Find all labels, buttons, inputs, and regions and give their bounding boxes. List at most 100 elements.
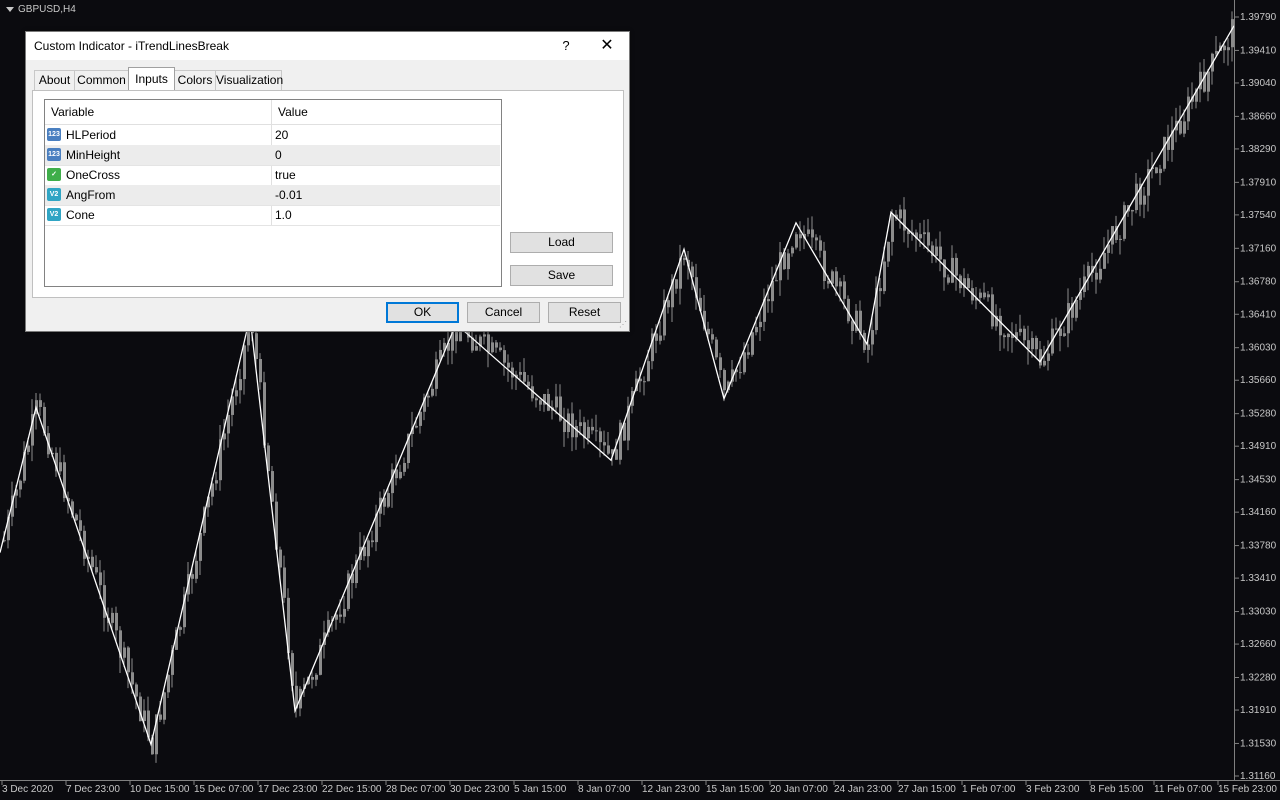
candle-body <box>427 395 430 398</box>
ok-button[interactable]: OK <box>386 302 459 323</box>
price-tick-label: 1.38290 <box>1240 144 1277 155</box>
candle-body <box>159 714 162 720</box>
price-tick-label: 1.33410 <box>1240 573 1277 584</box>
close-icon[interactable]: ✕ <box>596 36 618 56</box>
candle-body <box>131 672 134 685</box>
tab-about[interactable]: About <box>34 70 75 90</box>
candle-body <box>419 411 422 426</box>
candle-body <box>1099 268 1102 280</box>
price-tick-label: 1.33780 <box>1240 541 1277 552</box>
price-tick-label: 1.34160 <box>1240 507 1277 518</box>
candle-body <box>363 546 366 557</box>
input-row-angfrom[interactable]: V2 AngFrom -0.01 <box>45 185 500 206</box>
input-value[interactable]: 1.0 <box>275 208 292 222</box>
price-tick-label: 1.36780 <box>1240 277 1277 288</box>
candle-body <box>683 258 686 260</box>
candle-body <box>843 281 846 299</box>
input-row-cone[interactable]: V2 Cone 1.0 <box>45 205 500 226</box>
candle-body <box>1059 328 1062 336</box>
price-tick-label: 1.31160 <box>1240 771 1276 782</box>
time-tick-label: 11 Feb 07:00 <box>1154 784 1213 795</box>
time-tick-label: 5 Jan 15:00 <box>514 784 567 795</box>
price-tick-label: 1.32660 <box>1240 639 1277 650</box>
input-value[interactable]: 0 <box>275 148 282 162</box>
candle-body <box>535 398 538 401</box>
time-tick-label: 20 Jan 07:00 <box>770 784 828 795</box>
candle-body <box>811 229 814 238</box>
candle-body <box>539 400 542 405</box>
candle-body <box>983 292 986 298</box>
price-tick-label: 1.33030 <box>1240 607 1277 618</box>
input-row-hlperiod[interactable]: 123 HLPeriod 20 <box>45 125 500 146</box>
candle-body <box>991 294 994 327</box>
integer-icon: 123 <box>47 148 61 161</box>
reset-button[interactable]: Reset <box>548 302 621 323</box>
candle-body <box>819 240 822 251</box>
candle-body <box>135 684 138 697</box>
candle-body <box>1063 333 1066 336</box>
candle-body <box>167 674 170 693</box>
candle-body <box>747 352 750 355</box>
candle-body <box>739 372 742 374</box>
column-header-value[interactable]: Value <box>278 105 308 119</box>
candle-body <box>27 445 30 452</box>
cancel-button[interactable]: Cancel <box>467 302 540 323</box>
symbol-text: GBPUSD,H4 <box>18 4 76 15</box>
candle-body <box>927 232 930 246</box>
input-row-minheight[interactable]: 123 MinHeight 0 <box>45 145 500 166</box>
input-value[interactable]: 20 <box>275 128 288 142</box>
help-button[interactable]: ? <box>556 36 576 56</box>
price-tick-label: 1.39040 <box>1240 78 1277 89</box>
candle-body <box>563 420 566 433</box>
candle-body <box>743 352 746 373</box>
price-tick-label: 1.39790 <box>1240 12 1277 23</box>
candle-body <box>879 288 882 292</box>
candle-body <box>491 342 494 353</box>
candle-body <box>1143 195 1146 205</box>
candle-body <box>507 362 510 368</box>
symbol-label[interactable]: GBPUSD,H4 <box>6 4 76 15</box>
candle-body <box>1187 96 1190 122</box>
tab-visualization[interactable]: Visualization <box>215 70 283 90</box>
column-header-variable[interactable]: Variable <box>51 105 94 119</box>
input-value[interactable]: -0.01 <box>275 188 302 202</box>
price-tick-label: 1.37910 <box>1240 177 1277 188</box>
candle-body <box>1043 360 1046 366</box>
candle-body <box>343 608 346 617</box>
price-tick-label: 1.39410 <box>1240 45 1277 56</box>
tab-inputs[interactable]: Inputs <box>128 67 175 90</box>
dialog-title-bar[interactable]: Custom Indicator - iTrendLinesBreak ? ✕ <box>26 32 629 60</box>
candle-body <box>1231 19 1234 48</box>
time-tick-label: 15 Feb 23:00 <box>1218 784 1277 795</box>
tab-colors[interactable]: Colors <box>174 70 216 90</box>
time-tick-label: 27 Jan 15:00 <box>898 784 956 795</box>
candle-body <box>751 332 754 355</box>
candle-body <box>815 237 818 241</box>
tab-common[interactable]: Common <box>74 70 129 90</box>
input-row-onecross[interactable]: ✓ OneCross true <box>45 165 500 186</box>
time-tick-label: 22 Dec 15:00 <box>322 784 382 795</box>
candle-body <box>487 334 490 353</box>
load-button[interactable]: Load <box>510 232 613 253</box>
input-value[interactable]: true <box>275 168 296 182</box>
candle-body <box>1119 238 1122 240</box>
candle-body <box>859 310 862 333</box>
candle-body <box>247 331 250 346</box>
candle-body <box>1031 337 1034 350</box>
candle-body <box>399 471 402 479</box>
candle-body <box>495 342 498 348</box>
candle-body <box>259 359 262 383</box>
candle-body <box>947 277 950 283</box>
candle-body <box>935 246 938 257</box>
time-tick-label: 24 Jan 23:00 <box>834 784 892 795</box>
save-button[interactable]: Save <box>510 265 613 286</box>
candle-body <box>39 400 42 407</box>
candle-body <box>775 280 778 282</box>
candle-body <box>339 614 342 617</box>
candle-body <box>615 449 618 460</box>
price-tick-label: 1.38660 <box>1240 111 1277 122</box>
candle-body <box>599 431 602 443</box>
candle-body <box>127 647 130 673</box>
resize-grip-icon[interactable]: ⋰ <box>619 321 627 329</box>
candle-body <box>279 549 282 568</box>
